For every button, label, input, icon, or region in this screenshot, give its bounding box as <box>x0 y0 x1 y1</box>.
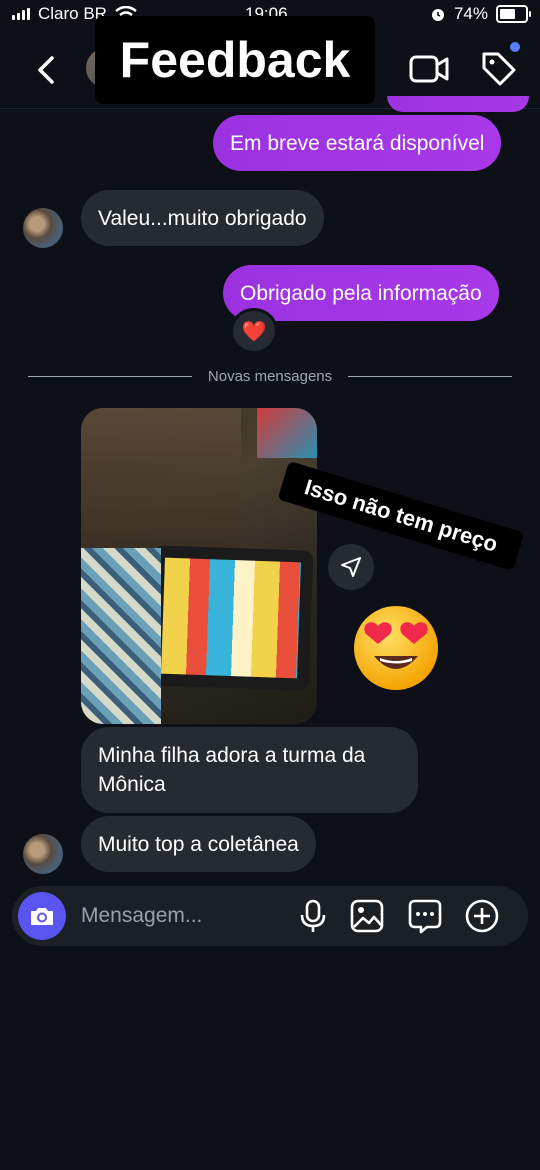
heart-reaction[interactable]: ❤️ <box>230 308 278 354</box>
heart-eyes-emoji-icon <box>354 606 438 690</box>
message-composer: Mensagem... <box>12 886 528 946</box>
feedback-overlay-label: Feedback <box>95 16 375 104</box>
sender-avatar[interactable] <box>23 208 63 248</box>
message-text: Minha filha adora a turma da Mônica <box>98 744 366 796</box>
battery-icon <box>496 5 531 23</box>
message-text: Muito top a coletânea <box>98 832 299 856</box>
message-text: Obrigado pela informação <box>240 281 482 305</box>
message-incoming[interactable]: Valeu...muito obrigado <box>81 190 324 246</box>
battery-percent: 74% <box>453 4 488 23</box>
camera-button[interactable] <box>18 892 66 940</box>
new-messages-divider: Novas mensagens <box>28 366 513 386</box>
notification-dot <box>510 42 520 52</box>
message-text: Em breve estará disponível <box>230 131 485 155</box>
tablet-in-photo <box>148 545 314 691</box>
message-text: Valeu...muito obrigado <box>98 206 307 230</box>
send-icon <box>341 557 361 577</box>
alarm-icon <box>431 9 444 21</box>
gallery-icon[interactable] <box>349 898 385 934</box>
sticker-chat-icon[interactable] <box>407 898 443 934</box>
message-incoming[interactable]: Muito top a coletânea <box>81 816 316 872</box>
share-button[interactable] <box>328 544 374 590</box>
tag-icon[interactable] <box>478 42 520 90</box>
divider-label: Novas mensagens <box>207 367 333 385</box>
microphone-icon[interactable] <box>295 898 331 934</box>
add-icon[interactable] <box>464 898 500 934</box>
message-input[interactable]: Mensagem... <box>81 886 202 946</box>
message-incoming[interactable]: Minha filha adora a turma da Mônica <box>81 727 418 813</box>
back-icon[interactable] <box>30 50 64 90</box>
previous-message-bubble[interactable] <box>387 96 529 112</box>
video-call-icon[interactable] <box>408 52 450 86</box>
sender-avatar[interactable] <box>23 834 63 874</box>
shared-photo[interactable] <box>81 408 317 724</box>
message-outgoing[interactable]: Em breve estará disponível <box>213 115 502 171</box>
camera-icon <box>31 908 53 925</box>
signal-icon <box>12 8 30 20</box>
